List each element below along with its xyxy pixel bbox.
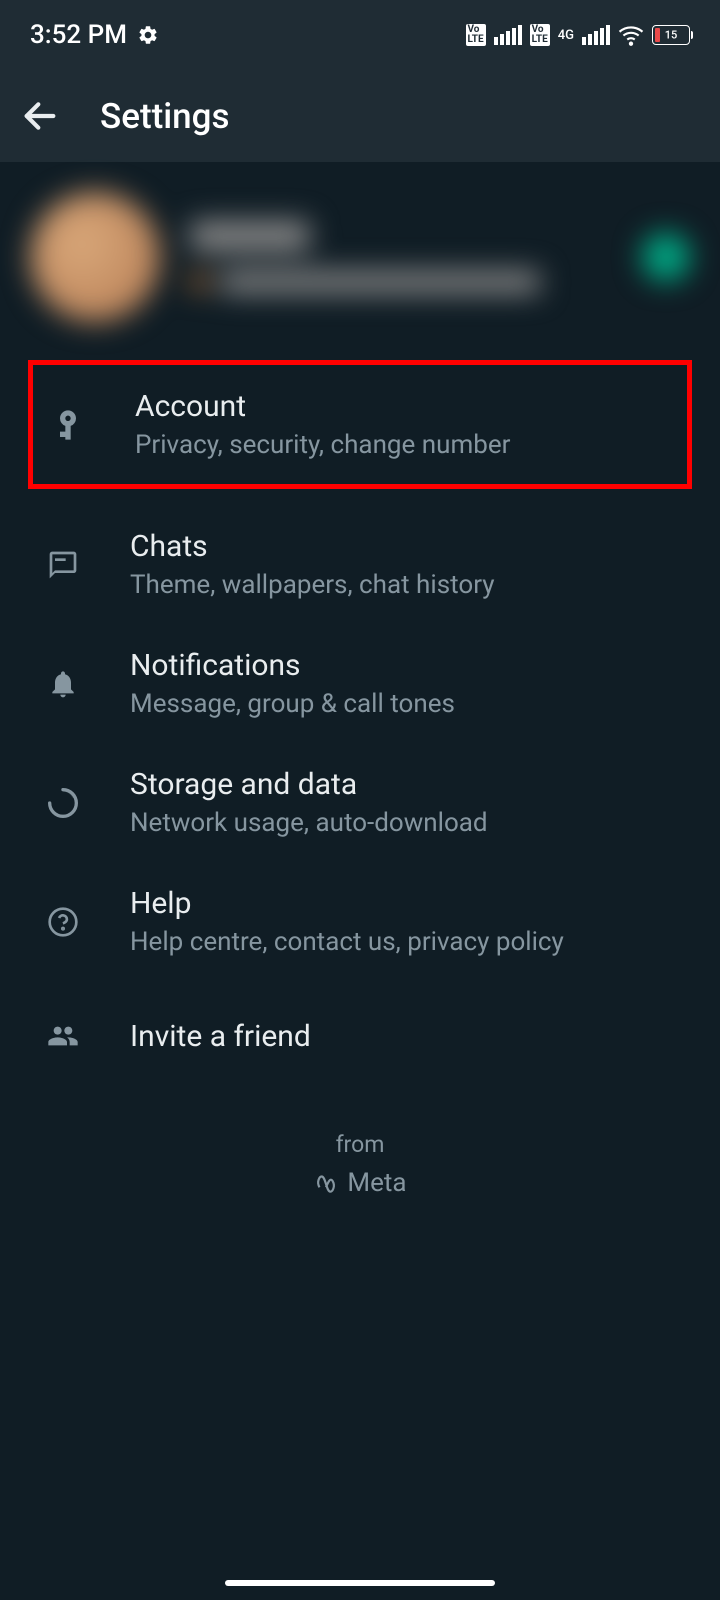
settings-item-account[interactable]: Account Privacy, security, change number xyxy=(28,360,692,489)
battery-level-text: 15 xyxy=(665,29,678,42)
profile-info xyxy=(190,221,642,293)
settings-list: Account Privacy, security, change number… xyxy=(0,360,720,1200)
settings-item-subtitle: Theme, wallpapers, chat history xyxy=(130,570,495,600)
volte-badge-1: VoLTE xyxy=(466,24,486,46)
status-dot-icon xyxy=(190,273,208,291)
people-icon xyxy=(47,1020,79,1052)
volte-badge-2: VoLTE xyxy=(530,24,550,46)
qr-code-button[interactable] xyxy=(642,233,690,281)
settings-item-notifications[interactable]: Notifications Message, group & call tone… xyxy=(0,624,720,743)
back-arrow-icon[interactable] xyxy=(20,96,60,136)
chat-icon xyxy=(47,549,79,581)
status-time: 3:52 PM xyxy=(30,20,127,50)
from-label: from xyxy=(0,1131,720,1158)
battery-icon: 15 xyxy=(652,25,690,45)
settings-item-subtitle: Network usage, auto-download xyxy=(130,808,488,838)
meta-logo-icon xyxy=(313,1170,339,1196)
settings-item-help[interactable]: Help Help centre, contact us, privacy po… xyxy=(0,862,720,981)
settings-item-title: Notifications xyxy=(130,648,455,683)
status-bar: 3:52 PM VoLTE VoLTE 4G 15 xyxy=(0,0,720,70)
settings-item-title: Account xyxy=(135,389,510,424)
gear-icon xyxy=(137,24,159,46)
settings-item-invite[interactable]: Invite a friend xyxy=(0,981,720,1091)
app-bar: Settings xyxy=(0,70,720,162)
profile-status xyxy=(190,271,642,293)
help-icon xyxy=(47,906,79,938)
home-indicator[interactable] xyxy=(225,1580,495,1586)
profile-status-text xyxy=(220,271,540,293)
network-type-label: 4G xyxy=(558,28,574,43)
key-icon xyxy=(52,409,84,441)
signal-bars-2 xyxy=(582,25,610,45)
settings-item-subtitle: Message, group & call tones xyxy=(130,689,455,719)
meta-brand-text: Meta xyxy=(347,1168,406,1198)
settings-item-title: Storage and data xyxy=(130,767,488,802)
profile-name xyxy=(190,221,310,251)
data-usage-icon xyxy=(47,787,79,819)
signal-bars-1 xyxy=(494,25,522,45)
status-left: 3:52 PM xyxy=(30,20,159,50)
avatar xyxy=(30,192,160,322)
footer-from: from Meta xyxy=(0,1091,720,1200)
settings-item-subtitle: Privacy, security, change number xyxy=(135,430,510,460)
profile-section[interactable] xyxy=(0,162,720,352)
settings-item-subtitle: Help centre, contact us, privacy policy xyxy=(130,927,564,957)
settings-item-chats[interactable]: Chats Theme, wallpapers, chat history xyxy=(0,505,720,624)
settings-item-storage[interactable]: Storage and data Network usage, auto-dow… xyxy=(0,743,720,862)
settings-item-title: Help xyxy=(130,886,564,921)
status-right: VoLTE VoLTE 4G 15 xyxy=(466,22,691,48)
page-title: Settings xyxy=(100,96,230,137)
bell-icon xyxy=(47,668,79,700)
settings-item-title: Chats xyxy=(130,529,495,564)
settings-item-title: Invite a friend xyxy=(130,1019,311,1054)
meta-brand: Meta xyxy=(313,1168,406,1198)
wifi-icon xyxy=(618,22,644,48)
